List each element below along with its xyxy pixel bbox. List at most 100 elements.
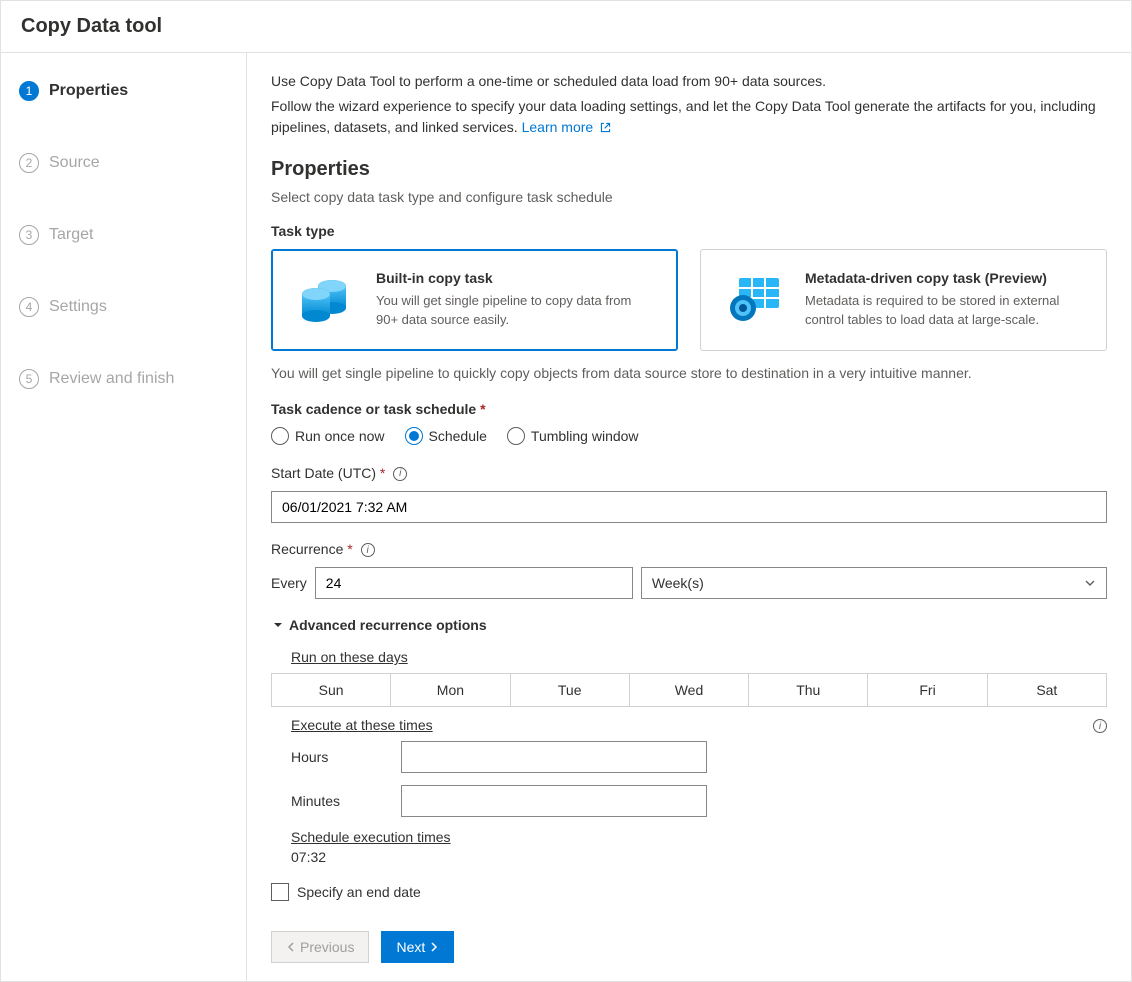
required-marker: *	[347, 541, 352, 557]
database-icon	[294, 270, 358, 326]
copy-data-tool-window: Copy Data tool 1 Properties 2 Source 3 T…	[0, 0, 1132, 982]
card-desc: You will get single pipeline to copy dat…	[376, 292, 655, 330]
advanced-recurrence-toggle[interactable]: Advanced recurrence options	[271, 617, 1107, 633]
step-label: Settings	[49, 298, 107, 316]
start-date-field: Start Date (UTC) * i	[271, 465, 1107, 523]
start-date-input[interactable]	[271, 491, 1107, 523]
hours-label: Hours	[291, 749, 401, 765]
step-label: Target	[49, 226, 93, 244]
card-title: Built-in copy task	[376, 270, 655, 286]
select-value: Week(s)	[652, 575, 704, 591]
intro-line-2: Follow the wizard experience to specify …	[271, 96, 1107, 138]
next-label: Next	[396, 939, 425, 955]
step-number: 3	[19, 225, 39, 245]
radio-tumbling-window[interactable]: Tumbling window	[507, 427, 639, 445]
day-sun[interactable]: Sun	[272, 674, 391, 706]
external-link-icon	[599, 121, 612, 134]
execute-times-label: Execute at these times	[291, 717, 1107, 733]
start-date-label-text: Start Date (UTC)	[271, 465, 376, 481]
run-on-days-label: Run on these days	[291, 649, 1107, 665]
task-type-cards: Built-in copy task You will get single p…	[271, 249, 1107, 351]
step-settings[interactable]: 4 Settings	[1, 289, 238, 325]
required-marker: *	[480, 401, 485, 417]
day-fri[interactable]: Fri	[868, 674, 987, 706]
learn-more-label: Learn more	[522, 119, 594, 135]
learn-more-link[interactable]: Learn more	[522, 119, 612, 135]
step-number: 5	[19, 369, 39, 389]
radio-schedule[interactable]: Schedule	[405, 427, 487, 445]
recurrence-field: Recurrence * i Every Week(s)	[271, 541, 1107, 599]
hours-input[interactable]	[401, 741, 707, 773]
radio-icon	[507, 427, 525, 445]
minutes-label: Minutes	[291, 793, 401, 809]
window-title: Copy Data tool	[1, 1, 1131, 53]
info-icon[interactable]: i	[393, 467, 407, 481]
card-desc: Metadata is required to be stored in ext…	[805, 292, 1084, 330]
day-mon[interactable]: Mon	[391, 674, 510, 706]
window-body: 1 Properties 2 Source 3 Target 4 Setting…	[1, 53, 1131, 981]
step-label: Source	[49, 154, 100, 172]
chevron-down-icon	[1084, 577, 1096, 589]
recurrence-unit-select[interactable]: Week(s)	[641, 567, 1107, 599]
card-builtin-copy-task[interactable]: Built-in copy task You will get single p…	[271, 249, 678, 351]
step-review[interactable]: 5 Review and finish	[1, 361, 238, 397]
schedule-execution-block: Schedule execution times 07:32	[271, 829, 1107, 865]
properties-subtitle: Select copy data task type and configure…	[271, 189, 1107, 205]
radio-icon	[271, 427, 289, 445]
card-title: Metadata-driven copy task (Preview)	[805, 270, 1084, 286]
chevron-right-icon	[429, 942, 439, 952]
task-type-label: Task type	[271, 223, 1107, 239]
cadence-radio-group: Run once now Schedule Tumbling window	[271, 427, 1107, 445]
radio-label: Run once now	[295, 428, 385, 444]
metadata-table-icon	[723, 270, 787, 326]
days-picker: Sun Mon Tue Wed Thu Fri Sat	[271, 673, 1107, 707]
step-number: 4	[19, 297, 39, 317]
radio-run-once-now[interactable]: Run once now	[271, 427, 385, 445]
cadence-label: Task cadence or task schedule *	[271, 401, 1107, 417]
card-metadata-driven-copy-task[interactable]: Metadata-driven copy task (Preview) Meta…	[700, 249, 1107, 351]
minutes-input[interactable]	[401, 785, 707, 817]
main-panel: Use Copy Data Tool to perform a one-time…	[247, 53, 1131, 981]
cadence-label-text: Task cadence or task schedule	[271, 401, 476, 417]
previous-label: Previous	[300, 939, 354, 955]
day-tue[interactable]: Tue	[511, 674, 630, 706]
chevron-left-icon	[286, 942, 296, 952]
step-source[interactable]: 2 Source	[1, 145, 238, 181]
recurrence-row: Every Week(s)	[271, 567, 1107, 599]
day-wed[interactable]: Wed	[630, 674, 749, 706]
execute-times-section: Execute at these times i	[271, 717, 1107, 733]
schedule-execution-label: Schedule execution times	[291, 829, 1107, 845]
end-date-label: Specify an end date	[297, 884, 421, 900]
intro-text: Follow the wizard experience to specify …	[271, 98, 1096, 135]
required-marker: *	[380, 465, 385, 481]
step-number: 2	[19, 153, 39, 173]
schedule-execution-value: 07:32	[291, 849, 1107, 865]
hours-row: Hours	[271, 741, 1107, 773]
properties-heading: Properties	[271, 158, 1107, 181]
intro-line-1: Use Copy Data Tool to perform a one-time…	[271, 71, 1107, 92]
previous-button: Previous	[271, 931, 369, 963]
task-type-helper: You will get single pipeline to quickly …	[271, 365, 1107, 381]
minutes-row: Minutes	[271, 785, 1107, 817]
radio-label: Schedule	[429, 428, 487, 444]
step-label: Review and finish	[49, 370, 174, 388]
every-label: Every	[271, 575, 307, 591]
end-date-row: Specify an end date	[271, 883, 1107, 901]
card-text: Metadata-driven copy task (Preview) Meta…	[805, 270, 1084, 330]
card-text: Built-in copy task You will get single p…	[376, 270, 655, 330]
caret-down-icon	[273, 620, 283, 630]
day-thu[interactable]: Thu	[749, 674, 868, 706]
step-properties[interactable]: 1 Properties	[1, 73, 238, 109]
recurrence-label: Recurrence * i	[271, 541, 1107, 557]
start-date-label: Start Date (UTC) * i	[271, 465, 1107, 481]
day-sat[interactable]: Sat	[988, 674, 1106, 706]
wizard-sidebar: 1 Properties 2 Source 3 Target 4 Setting…	[1, 53, 247, 981]
radio-label: Tumbling window	[531, 428, 639, 444]
next-button[interactable]: Next	[381, 931, 454, 963]
end-date-checkbox[interactable]	[271, 883, 289, 901]
step-target[interactable]: 3 Target	[1, 217, 238, 253]
wizard-footer: Previous Next	[271, 901, 1107, 963]
step-label: Properties	[49, 82, 128, 100]
info-icon[interactable]: i	[361, 543, 375, 557]
recurrence-every-input[interactable]	[315, 567, 633, 599]
